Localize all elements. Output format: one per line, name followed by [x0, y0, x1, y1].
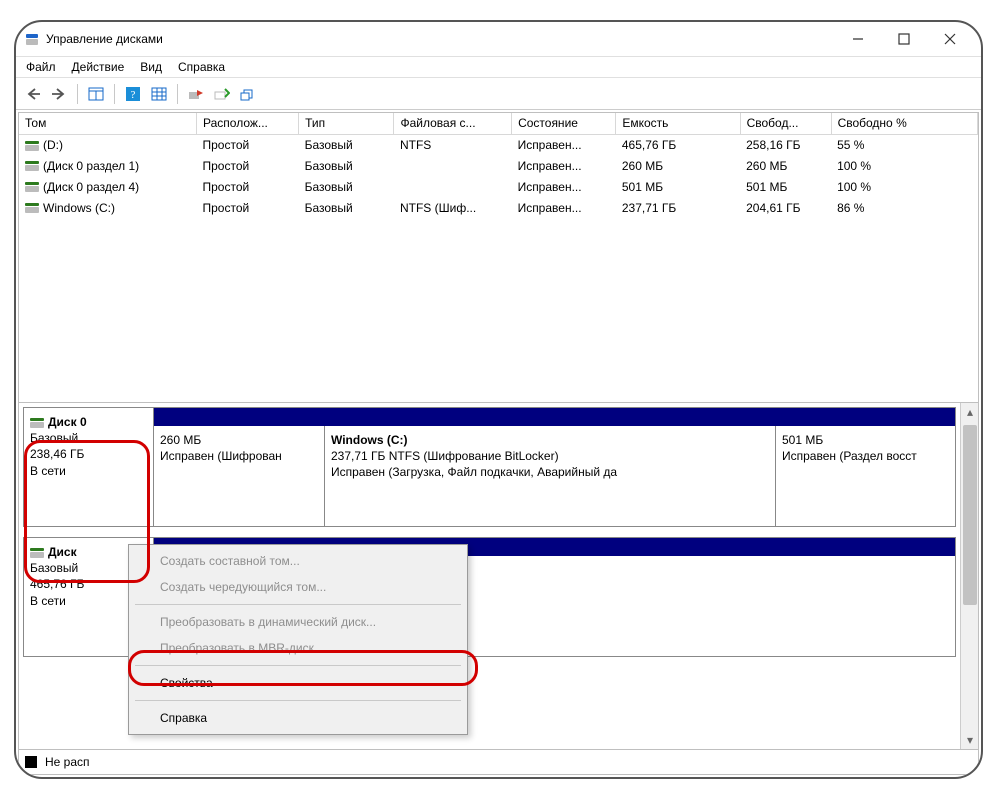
maximize-button[interactable]	[881, 22, 927, 56]
ctx-convert-mbr: Преобразовать в MBR-диск	[132, 635, 464, 661]
disk-icon	[30, 548, 44, 558]
ctx-properties[interactable]: Свойства	[132, 670, 464, 696]
forward-button[interactable]	[48, 83, 70, 105]
titlebar: Управление дисками	[16, 22, 981, 56]
table-row[interactable]: Windows (C:)ПростойБазовыйNTFS (Шиф...Ис…	[19, 197, 978, 218]
ctx-new-spanned: Создать составной том...	[132, 548, 464, 574]
context-menu[interactable]: Создать составной том... Создать чередую…	[128, 544, 468, 735]
col-status[interactable]: Состояние	[512, 113, 616, 134]
volume-icon	[25, 141, 39, 151]
action-3-button[interactable]	[237, 83, 259, 105]
table-header-row: Том Располож... Тип Файловая с... Состоя…	[19, 113, 978, 134]
menu-view[interactable]: Вид	[134, 57, 168, 77]
col-freepct[interactable]: Свободно %	[831, 113, 977, 134]
window-title: Управление дисками	[46, 32, 835, 46]
action-1-button[interactable]	[185, 83, 207, 105]
menubar: Файл Действие Вид Справка	[16, 56, 981, 78]
col-capacity[interactable]: Емкость	[616, 113, 740, 134]
col-layout[interactable]: Располож...	[197, 113, 299, 134]
partition[interactable]: 260 МБ Исправен (Шифрован	[154, 426, 324, 526]
toolbar: ?	[16, 78, 981, 110]
volume-icon	[25, 161, 39, 171]
scrollbar-down-icon[interactable]: ▾	[961, 731, 978, 749]
partition[interactable]: 501 МБ Исправен (Раздел восст	[775, 426, 955, 526]
partition[interactable]: Windows (C:) 237,71 ГБ NTFS (Шифрование …	[324, 426, 775, 526]
minimize-button[interactable]	[835, 22, 881, 56]
col-filesystem[interactable]: Файловая с...	[394, 113, 512, 134]
ctx-help[interactable]: Справка	[132, 705, 464, 731]
close-button[interactable]	[927, 22, 973, 56]
scrollbar-thumb[interactable]	[963, 425, 977, 605]
table-row[interactable]: (Диск 0 раздел 4)ПростойБазовыйИсправен.…	[19, 176, 978, 197]
ctx-new-striped: Создать чередующийся том...	[132, 574, 464, 600]
disk-0-header[interactable]: Диск 0 Базовый 238,46 ГБ В сети	[24, 408, 154, 526]
svg-text:?: ?	[131, 89, 136, 101]
disk-0-row[interactable]: Диск 0 Базовый 238,46 ГБ В сети 260 МБ И…	[23, 407, 956, 527]
ctx-convert-dynamic: Преобразовать в динамический диск...	[132, 609, 464, 635]
menu-file[interactable]: Файл	[20, 57, 62, 77]
col-volume[interactable]: Том	[19, 113, 197, 134]
back-button[interactable]	[22, 83, 44, 105]
volume-icon	[25, 182, 39, 192]
disk-icon	[30, 418, 44, 428]
scrollbar-up-icon[interactable]: ▴	[961, 403, 978, 421]
legend-unallocated-icon	[25, 756, 37, 768]
grid-button[interactable]	[148, 83, 170, 105]
menu-help[interactable]: Справка	[172, 57, 231, 77]
volume-list-pane: Том Располож... Тип Файловая с... Состоя…	[19, 113, 978, 403]
action-2-button[interactable]	[211, 83, 233, 105]
table-row[interactable]: (Диск 0 раздел 1)ПростойБазовыйИсправен.…	[19, 155, 978, 176]
disk-0-title-bar	[154, 408, 955, 426]
app-icon	[24, 31, 40, 47]
menu-action[interactable]: Действие	[66, 57, 131, 77]
statusbar: Не расп	[19, 750, 978, 774]
view-columns-button[interactable]	[85, 83, 107, 105]
col-free[interactable]: Свобод...	[740, 113, 831, 134]
legend-unallocated-label: Не расп	[45, 755, 90, 769]
volume-table: Том Располож... Тип Файловая с... Состоя…	[19, 113, 978, 218]
scrollbar-vertical[interactable]: ▴ ▾	[960, 403, 978, 749]
volume-icon	[25, 203, 39, 213]
table-row[interactable]: (D:)ПростойБазовыйNTFSИсправен...465,76 …	[19, 134, 978, 155]
help-button[interactable]: ?	[122, 83, 144, 105]
col-type[interactable]: Тип	[299, 113, 394, 134]
